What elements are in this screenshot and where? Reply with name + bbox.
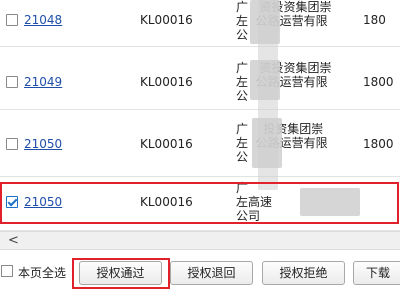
row-checkbox[interactable]: [6, 14, 18, 26]
redaction-blur: [300, 188, 360, 216]
download-button[interactable]: 下载: [353, 261, 400, 285]
table-row: 21050 KL00016 广 投资集团崇 左 公路运营有限 公 1800: [0, 110, 400, 177]
row-amount: 180: [363, 13, 386, 27]
row-checkbox[interactable]: [6, 138, 18, 150]
row-id-link[interactable]: 21049: [24, 75, 62, 89]
table-row: 21048 KL00016 广 资投资集团崇 左 公路运营有限 公 180: [0, 0, 400, 47]
row-code: KL00016: [140, 137, 193, 151]
horizontal-scrollbar[interactable]: <: [0, 231, 400, 250]
row-id-link[interactable]: 21048: [24, 13, 62, 27]
row-code: KL00016: [140, 13, 193, 27]
table-row: 21049 KL00016 广 资投资集团崇 左 公路运营有限 公 1800: [0, 47, 400, 110]
action-toolbar: 本页全选 授权通过 授权退回 授权拒绝 下载: [0, 250, 400, 300]
scroll-left-icon[interactable]: <: [8, 233, 19, 248]
row-checkbox-checked[interactable]: [6, 196, 18, 208]
row-id-link[interactable]: 21050: [24, 137, 62, 151]
row-code: KL00016: [140, 195, 193, 209]
row-code: KL00016: [140, 75, 193, 89]
select-all-label: 本页全选: [18, 266, 67, 280]
redaction-blur: [258, 0, 278, 190]
row-amount: 1800: [363, 75, 394, 89]
row-id-link[interactable]: 21050: [24, 195, 62, 209]
row-amount: 1800: [363, 137, 394, 151]
row-checkbox[interactable]: [6, 76, 18, 88]
return-button[interactable]: 授权退回: [170, 261, 253, 285]
reject-button[interactable]: 授权拒绝: [262, 261, 345, 285]
approve-button[interactable]: 授权通过: [79, 261, 162, 285]
select-all-checkbox[interactable]: [1, 265, 13, 277]
